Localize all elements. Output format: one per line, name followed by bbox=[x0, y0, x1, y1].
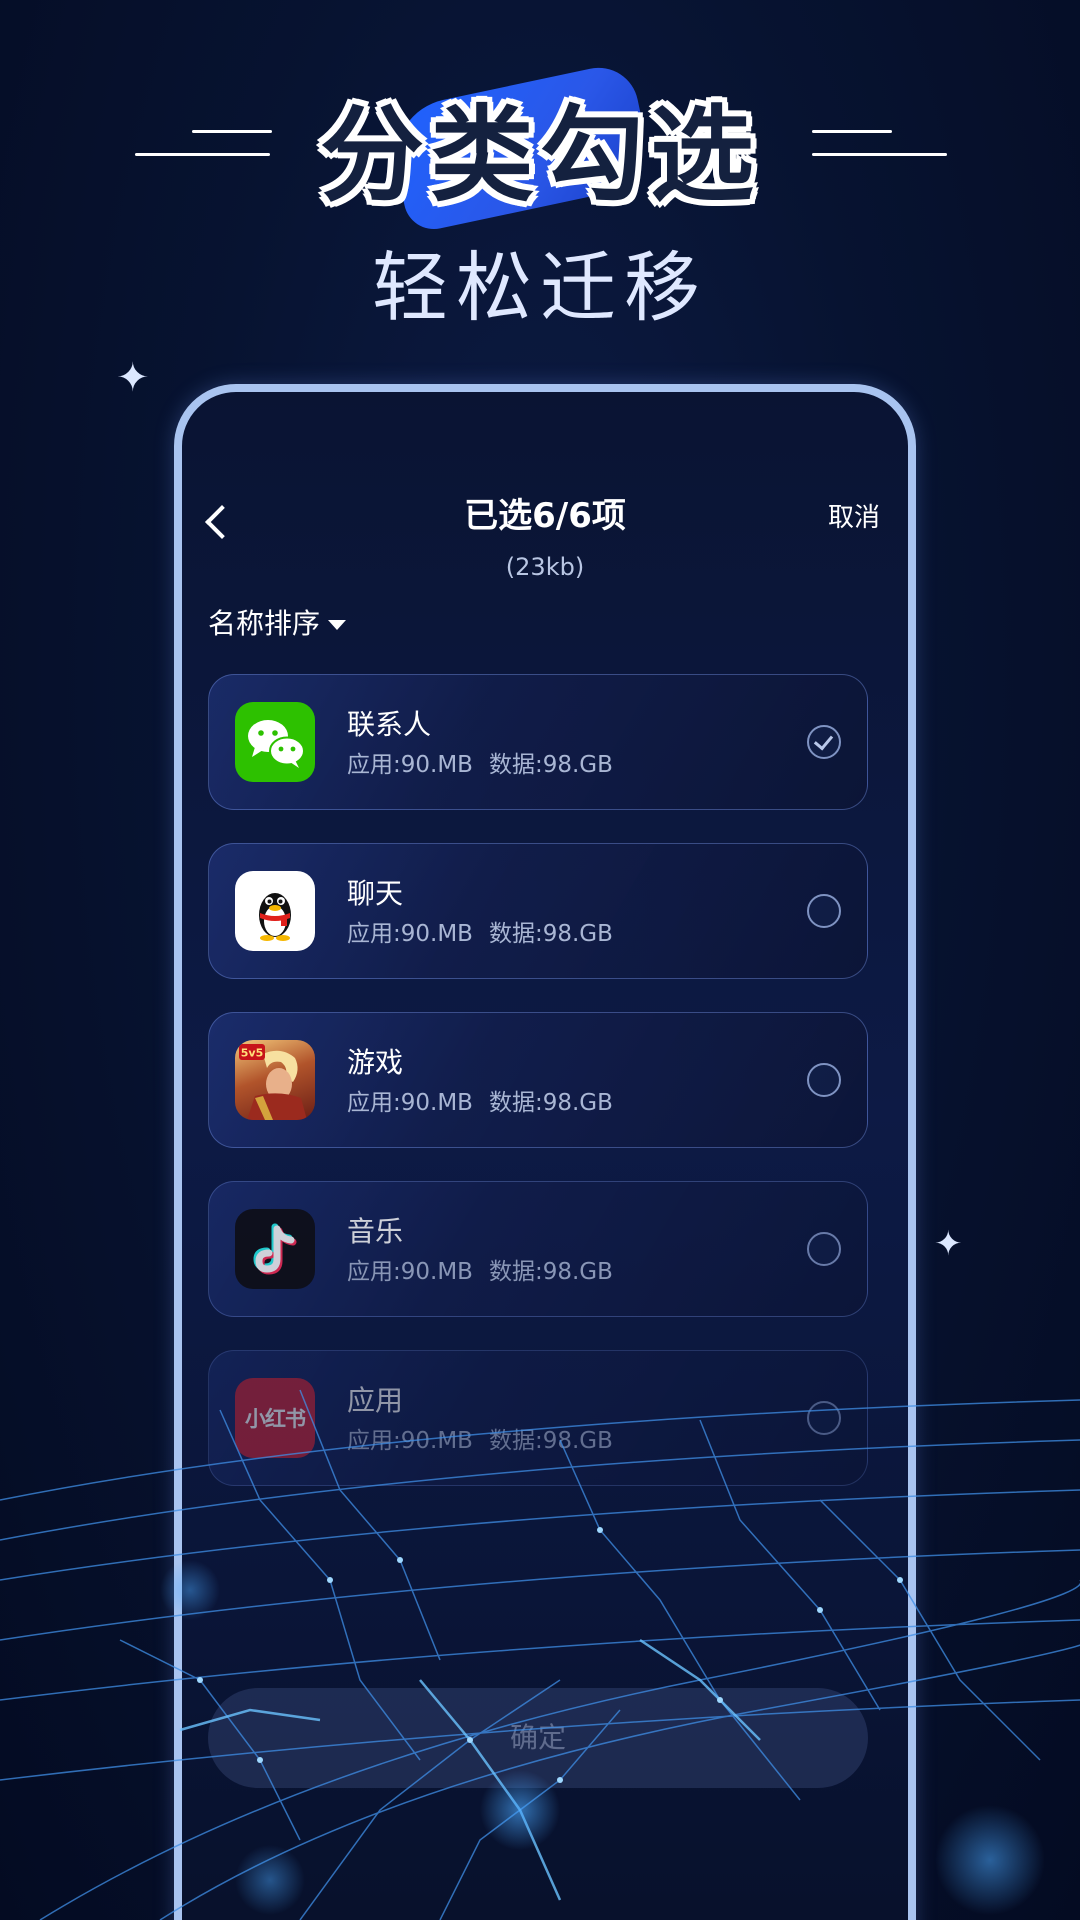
sparkle-icon: ✦ bbox=[116, 355, 150, 401]
hero-subtitle: 轻松迁移 bbox=[372, 243, 708, 332]
cancel-button[interactable]: 取消 bbox=[828, 500, 880, 536]
app-name: 应用 bbox=[347, 1384, 404, 1417]
right-deco-line-top bbox=[812, 130, 892, 133]
caret-down-icon bbox=[328, 620, 347, 630]
selection-title: 已选6/6项 bbox=[464, 496, 626, 536]
app-name: 音乐 bbox=[347, 1215, 404, 1248]
data-size: 数据:98.GB bbox=[488, 921, 613, 947]
app-size: 应用:90.MB bbox=[347, 1259, 473, 1285]
wechat-icon bbox=[235, 702, 315, 782]
data-size: 数据:98.GB bbox=[488, 752, 613, 778]
app-name: 聊天 bbox=[347, 877, 404, 910]
app-size: 应用:90.MB bbox=[347, 752, 473, 778]
xiaohongshu-logo-text: 小红书 bbox=[245, 1407, 306, 1431]
list-item[interactable]: 小红书 应用 应用:90.MB 数据:98.GB bbox=[208, 1350, 868, 1486]
xiaohongshu-icon: 小红书 bbox=[235, 1378, 315, 1458]
app-meta: 应用:90.MB 数据:98.GB bbox=[347, 919, 613, 949]
qq-penguin-icon bbox=[235, 871, 315, 951]
sort-dropdown[interactable]: 名称排序 bbox=[208, 604, 347, 644]
list-item[interactable]: 音乐 应用:90.MB 数据:98.GB bbox=[208, 1181, 868, 1317]
left-deco-line-bottom bbox=[135, 153, 270, 156]
app-size: 应用:90.MB bbox=[347, 1090, 473, 1116]
app-meta: 应用:90.MB 数据:98.GB bbox=[347, 750, 613, 780]
game-badge-text: 5v5 bbox=[241, 1047, 263, 1060]
right-deco-line-bottom bbox=[812, 153, 947, 156]
selection-size: (23kb) bbox=[505, 553, 585, 581]
data-size: 数据:98.GB bbox=[488, 1259, 613, 1285]
list-item[interactable]: 联系人 应用:90.MB 数据:98.GB bbox=[208, 674, 868, 810]
data-size: 数据:98.GB bbox=[488, 1090, 613, 1116]
checkbox[interactable] bbox=[807, 1232, 841, 1266]
checkbox[interactable] bbox=[807, 1063, 841, 1097]
checkbox[interactable] bbox=[807, 1401, 841, 1435]
sparkle-icon: ✦ bbox=[934, 1224, 963, 1264]
sort-label: 名称排序 bbox=[208, 607, 321, 640]
tiktok-icon bbox=[235, 1209, 315, 1289]
app-meta: 应用:90.MB 数据:98.GB bbox=[347, 1426, 613, 1456]
list-item[interactable]: 5v5 游戏 应用:90.MB 数据:98.GB bbox=[208, 1012, 868, 1148]
app-name: 联系人 bbox=[347, 708, 432, 741]
checkbox[interactable] bbox=[807, 894, 841, 928]
left-deco-line-top bbox=[192, 130, 272, 133]
app-list: 联系人 应用:90.MB 数据:98.GB 聊天 应用:90.MB 数据:98.… bbox=[208, 674, 868, 1519]
app-name: 游戏 bbox=[347, 1046, 404, 1079]
list-item[interactable]: 聊天 应用:90.MB 数据:98.GB bbox=[208, 843, 868, 979]
app-meta: 应用:90.MB 数据:98.GB bbox=[347, 1257, 613, 1287]
data-size: 数据:98.GB bbox=[488, 1428, 613, 1454]
app-size: 应用:90.MB bbox=[347, 921, 473, 947]
promo-screen: 分类勾选 轻松迁移 ✦ ✦ 已选6/6项 (23kb) 取消 名称排序 联系人 … bbox=[0, 0, 1080, 1920]
confirm-button[interactable]: 确定 bbox=[208, 1688, 868, 1788]
checkbox-checked[interactable] bbox=[807, 725, 841, 759]
phone-mockup: 已选6/6项 (23kb) 取消 名称排序 联系人 应用:90.MB 数据:98… bbox=[174, 384, 916, 1920]
app-size: 应用:90.MB bbox=[347, 1428, 473, 1454]
app-meta: 应用:90.MB 数据:98.GB bbox=[347, 1088, 613, 1118]
game-hero-icon: 5v5 bbox=[235, 1040, 315, 1120]
